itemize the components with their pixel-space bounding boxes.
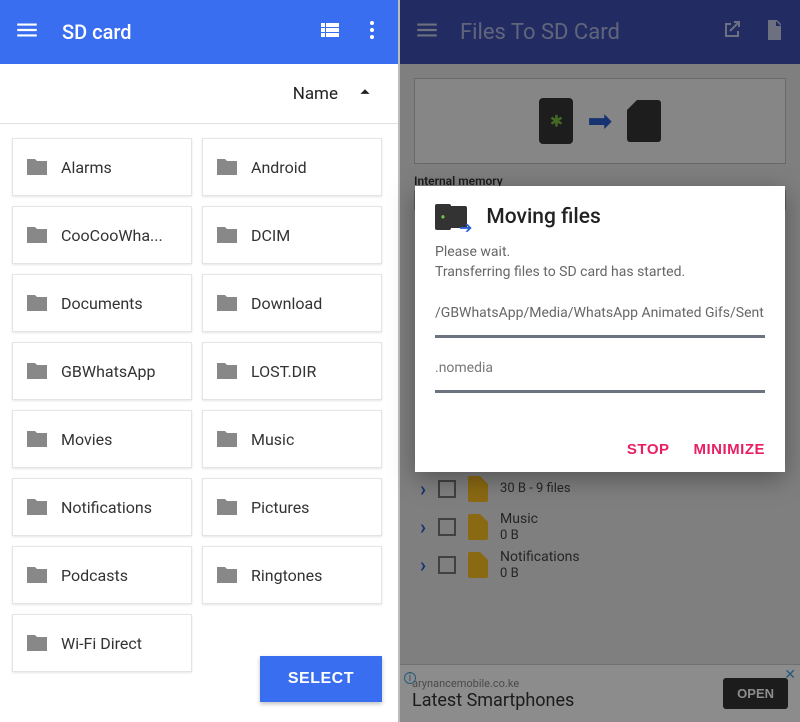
folder-label: Notifications bbox=[61, 498, 152, 517]
dialog-path: /GBWhatsApp/Media/WhatsApp Animated Gifs… bbox=[435, 305, 765, 321]
folder-item[interactable]: Download bbox=[202, 274, 382, 332]
folder-label: Documents bbox=[61, 294, 143, 313]
folder-icon bbox=[215, 563, 239, 587]
folder-label: Wi-Fi Direct bbox=[61, 634, 142, 653]
folder-icon bbox=[215, 291, 239, 315]
minimize-button[interactable]: MINIMIZE bbox=[694, 441, 766, 458]
folder-icon bbox=[215, 495, 239, 519]
page-title: SD card bbox=[62, 20, 300, 44]
folder-label: Alarms bbox=[61, 158, 112, 177]
sort-bar[interactable]: Name bbox=[0, 64, 398, 124]
folder-item[interactable]: LOST.DIR bbox=[202, 342, 382, 400]
folder-item[interactable]: Alarms bbox=[12, 138, 192, 196]
folder-label: GBWhatsApp bbox=[61, 362, 155, 381]
folder-icon bbox=[215, 359, 239, 383]
folder-icon bbox=[215, 427, 239, 451]
folder-icon bbox=[215, 155, 239, 179]
folder-icon bbox=[215, 223, 239, 247]
pane-sdcard-browser: SD card Name Alarms Android CooCooWha... DC… bbox=[0, 0, 400, 722]
folder-label: LOST.DIR bbox=[251, 362, 316, 381]
select-button[interactable]: SELECT bbox=[260, 656, 382, 702]
folder-item[interactable]: Android bbox=[202, 138, 382, 196]
folder-item[interactable]: Documents bbox=[12, 274, 192, 332]
chevron-up-icon bbox=[354, 81, 376, 107]
dialog-line1: Please wait. bbox=[435, 242, 765, 262]
sort-label: Name bbox=[293, 84, 338, 104]
folder-label: CooCooWha... bbox=[61, 226, 163, 245]
menu-icon[interactable] bbox=[14, 17, 40, 47]
dialog-current-file: .nomedia bbox=[435, 360, 765, 376]
folder-item[interactable]: CooCooWha... bbox=[12, 206, 192, 264]
folder-item[interactable]: GBWhatsApp bbox=[12, 342, 192, 400]
folder-item[interactable]: Pictures bbox=[202, 478, 382, 536]
folder-label: DCIM bbox=[251, 226, 290, 245]
folder-label: Pictures bbox=[251, 498, 309, 517]
folder-item[interactable]: Ringtones bbox=[202, 546, 382, 604]
folder-item[interactable]: Notifications bbox=[12, 478, 192, 536]
folder-label: Ringtones bbox=[251, 566, 322, 585]
view-list-icon[interactable] bbox=[318, 18, 342, 46]
folder-label: Download bbox=[251, 294, 322, 313]
dialog-message: Please wait. Transferring files to SD ca… bbox=[435, 242, 765, 283]
folder-item[interactable]: DCIM bbox=[202, 206, 382, 264]
folder-grid: Alarms Android CooCooWha... DCIM Documents Do… bbox=[0, 124, 398, 686]
folder-icon bbox=[25, 495, 49, 519]
folder-item[interactable]: Wi-Fi Direct bbox=[12, 614, 192, 672]
appbar-left: SD card bbox=[0, 0, 398, 64]
stop-button[interactable]: STOP bbox=[627, 441, 670, 458]
more-vert-icon[interactable] bbox=[360, 18, 384, 46]
folder-label: Movies bbox=[61, 430, 112, 449]
folder-label: Android bbox=[251, 158, 307, 177]
folder-label: Music bbox=[251, 430, 294, 449]
folder-label: Podcasts bbox=[61, 566, 128, 585]
dialog-icon: ➔ bbox=[435, 204, 476, 230]
moving-files-dialog: ➔ Moving files Please wait. Transferring… bbox=[415, 186, 785, 472]
progress-bar-file bbox=[435, 390, 765, 393]
folder-icon bbox=[25, 291, 49, 315]
progress-bar-folder bbox=[435, 335, 765, 338]
folder-item[interactable]: Podcasts bbox=[12, 546, 192, 604]
folder-icon bbox=[25, 223, 49, 247]
folder-item[interactable]: Music bbox=[202, 410, 382, 468]
dialog-line2: Transferring files to SD card has starte… bbox=[435, 262, 765, 282]
folder-icon bbox=[25, 155, 49, 179]
dialog-title: Moving files bbox=[486, 205, 600, 229]
folder-icon bbox=[25, 359, 49, 383]
folder-icon bbox=[25, 631, 49, 655]
folder-item[interactable]: Movies bbox=[12, 410, 192, 468]
folder-icon bbox=[25, 427, 49, 451]
folder-icon bbox=[25, 563, 49, 587]
